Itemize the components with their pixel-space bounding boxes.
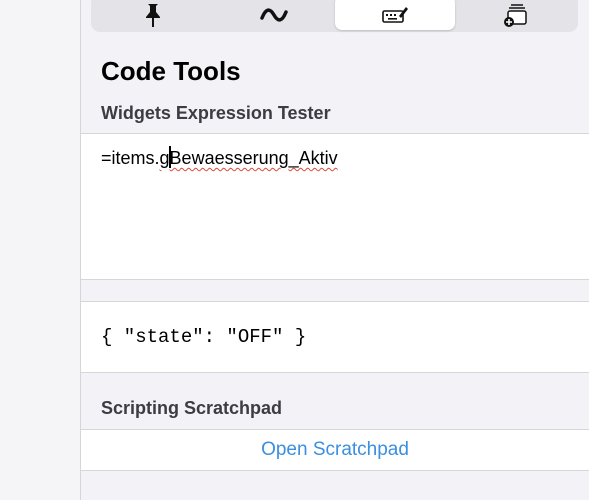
- keyboard-edit-icon: [381, 4, 409, 26]
- tab-pin[interactable]: [93, 0, 214, 32]
- wave-icon: [260, 6, 288, 24]
- left-sidebar-edge: [0, 0, 81, 500]
- tab-wave[interactable]: [214, 0, 335, 32]
- open-scratchpad-label: Open Scratchpad: [261, 439, 409, 460]
- tab-stack[interactable]: [455, 0, 576, 32]
- tab-code-tools[interactable]: [334, 0, 456, 30]
- tab-segmented-control: [91, 0, 578, 32]
- expression-tester-header: Widgets Expression Tester: [101, 103, 331, 123]
- scratchpad-header: Scripting Scratchpad: [101, 398, 283, 418]
- open-scratchpad-button[interactable]: Open Scratchpad: [81, 429, 589, 471]
- expression-prefix: =items.: [101, 148, 160, 168]
- pin-icon: [142, 2, 164, 28]
- expression-input[interactable]: =items.gBewaesserung_Aktiv: [81, 133, 589, 280]
- expression-item-name-part2: Bewaesserung_Aktiv: [169, 148, 338, 168]
- code-tools-panel: Code Tools Widgets Expression Tester =it…: [81, 0, 589, 500]
- page-title: Code Tools: [101, 56, 241, 86]
- expression-result: { "state": "OFF" }: [81, 301, 589, 373]
- expression-text: =items.gBewaesserung_Aktiv: [101, 146, 338, 169]
- result-text: { "state": "OFF" }: [101, 326, 307, 348]
- stack-add-icon: [502, 2, 530, 28]
